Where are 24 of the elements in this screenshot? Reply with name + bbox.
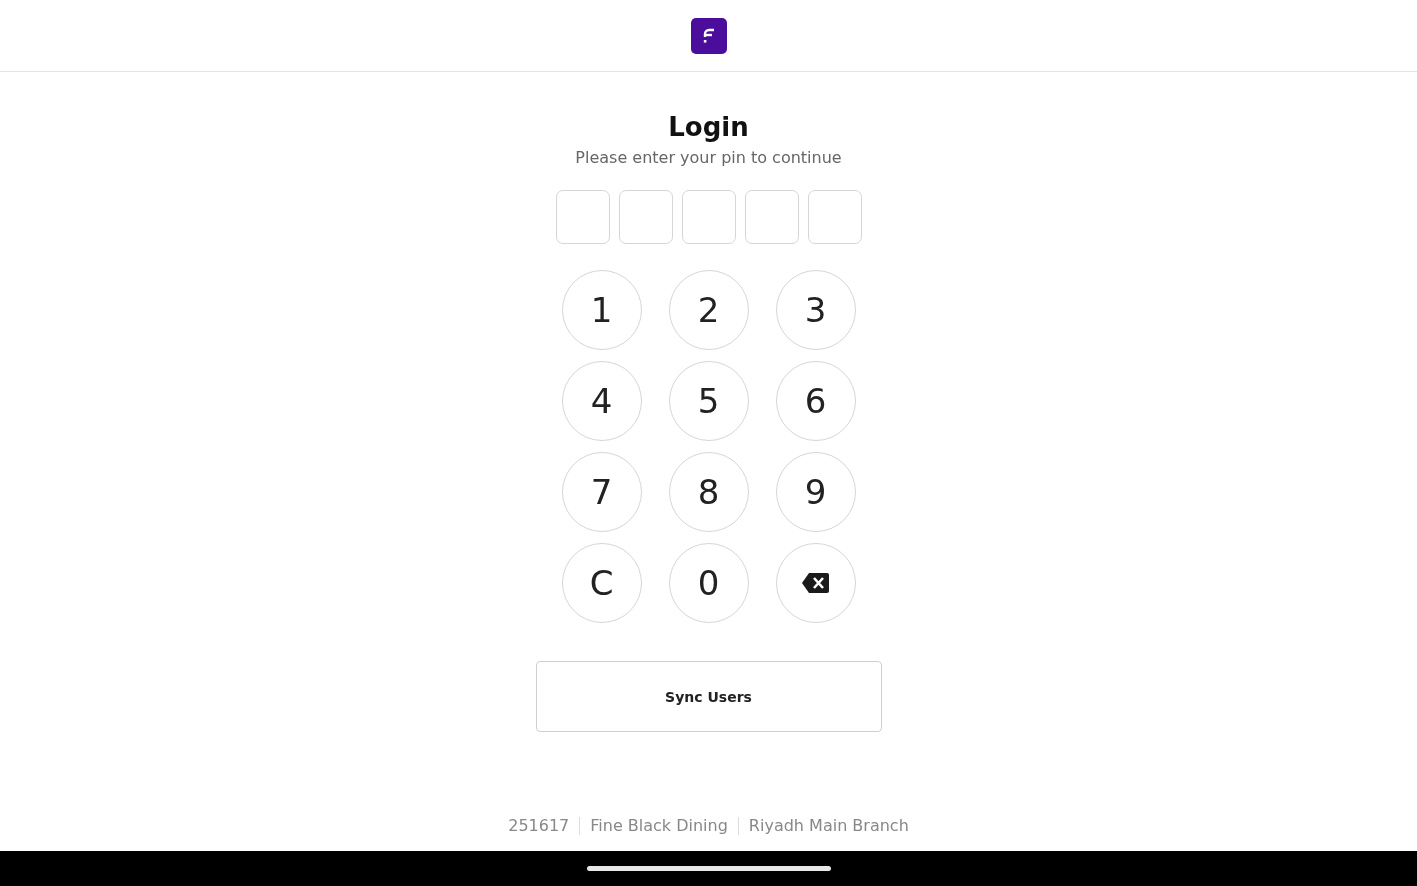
pin-field[interactable]: [555, 190, 610, 244]
keypad-key[interactable]: 8: [668, 452, 749, 532]
keypad-key[interactable]: 4: [561, 361, 642, 441]
footer-info: Riyadh Main Branch: [748, 816, 909, 835]
pin-field[interactable]: [744, 190, 799, 244]
keypad-key[interactable]: 0: [668, 543, 749, 623]
keypad-key[interactable]: 7: [561, 452, 642, 532]
keypad-key[interactable]: 2: [668, 270, 749, 350]
login-title: Login: [668, 112, 749, 142]
keypad-key[interactable]: 1: [561, 270, 642, 350]
login-subtitle: Please enter your pin to continue: [575, 148, 842, 168]
logo-icon: [690, 17, 727, 54]
sync-users-button[interactable]: Sync Users: [535, 661, 882, 732]
footer-info: 251617: [508, 816, 570, 835]
pin-field[interactable]: [681, 190, 736, 244]
pin-field[interactable]: [807, 190, 862, 244]
footer-info: Fine Black Dining: [590, 816, 728, 835]
backspace-icon: [802, 573, 829, 593]
pin-field[interactable]: [618, 190, 673, 244]
keypad-key[interactable]: 3: [775, 270, 856, 350]
keypad-key[interactable]: 9: [775, 452, 856, 532]
keypad-key[interactable]: 6: [775, 361, 856, 441]
keypad-key[interactable]: 5: [668, 361, 749, 441]
keypad-key[interactable]: C: [561, 543, 642, 623]
